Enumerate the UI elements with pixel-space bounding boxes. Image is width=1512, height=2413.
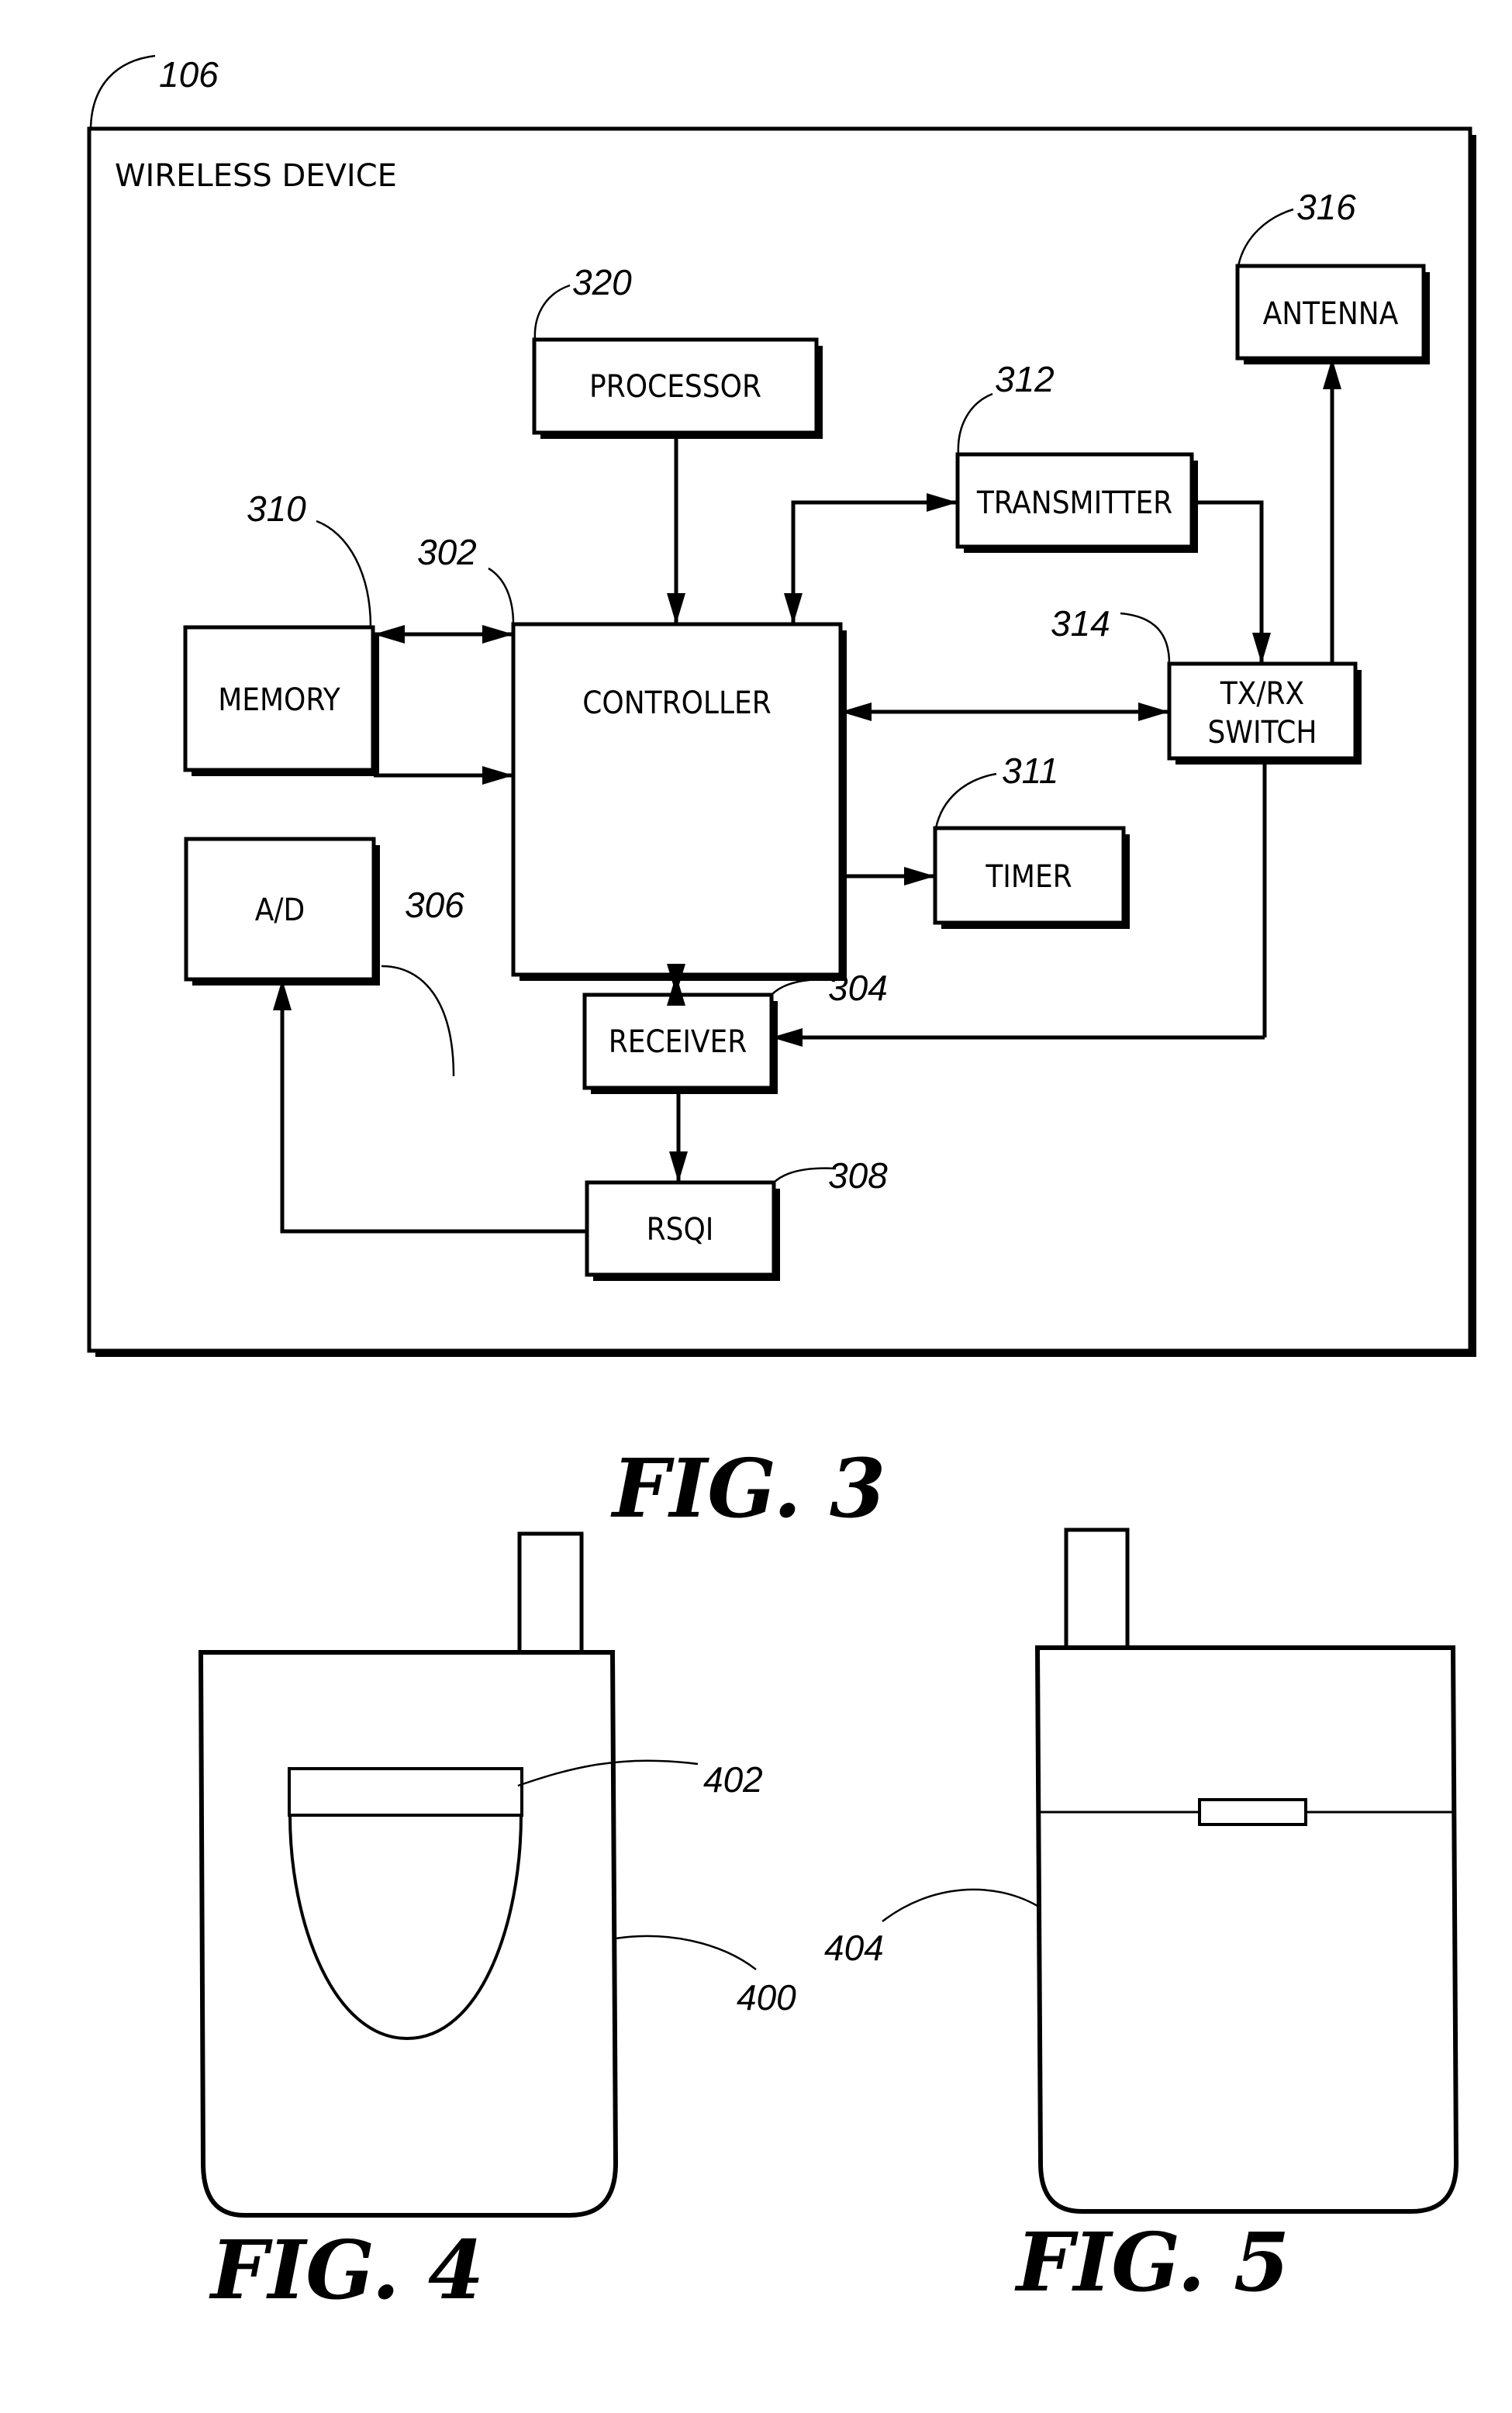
processor-label: PROCESSOR <box>589 369 761 405</box>
display-402 <box>288 1767 523 1817</box>
fig4-caption: FIG. 4 <box>209 2222 484 2318</box>
latch <box>1198 1798 1307 1826</box>
leader-106 <box>89 54 156 129</box>
container-label: WIRELESS DEVICE <box>115 158 397 194</box>
switch-label-line1: TX/RX <box>1220 676 1304 712</box>
ref-320: 320 <box>572 262 632 302</box>
fig5-phone-back: 404 <box>824 1528 1459 2214</box>
fig4-phone-front: 402 400 <box>198 1531 796 2218</box>
drawing: WIRELESS DEVICE 106 PROCESSOR 320 MEMORY… <box>87 54 1476 2318</box>
ref-106: 106 <box>159 54 219 95</box>
antenna-label: ANTENNA <box>1263 296 1399 332</box>
controller-label: CONTROLLER <box>582 685 771 721</box>
antenna-stub <box>517 1531 584 1655</box>
ref-312: 312 <box>995 359 1055 399</box>
ref-404: 404 <box>824 1928 884 1968</box>
receiver-label: RECEIVER <box>609 1024 747 1060</box>
ref-310: 310 <box>247 488 306 529</box>
ref-306: 306 <box>405 885 464 925</box>
ref-400: 400 <box>737 1977 796 2018</box>
phone-body-400 <box>198 1650 619 2218</box>
phone-body-404 <box>1034 1645 1459 2214</box>
fig5-caption: FIG. 5 <box>1014 2215 1289 2310</box>
timer-label: TIMER <box>985 859 1072 895</box>
switch-label-line2: SWITCH <box>1208 715 1317 751</box>
ad-label: A/D <box>255 892 305 928</box>
ref-314: 314 <box>1051 603 1110 644</box>
fig3-caption: FIG. 3 <box>610 1441 885 1536</box>
ref-402: 402 <box>703 1759 763 1800</box>
transmitter-label: TRANSMITTER <box>976 485 1172 521</box>
patent-drawing-sheet: WIRELESS DEVICE 106 PROCESSOR 320 MEMORY… <box>0 0 1512 2413</box>
ref-304: 304 <box>828 968 888 1008</box>
ref-316: 316 <box>1296 187 1356 227</box>
ref-311: 311 <box>1002 751 1058 791</box>
memory-label: MEMORY <box>218 682 341 718</box>
antenna-stub <box>1064 1528 1130 1650</box>
ref-302: 302 <box>417 532 477 572</box>
rsqi-label: RSQI <box>647 1212 714 1248</box>
ref-308: 308 <box>828 1155 888 1196</box>
